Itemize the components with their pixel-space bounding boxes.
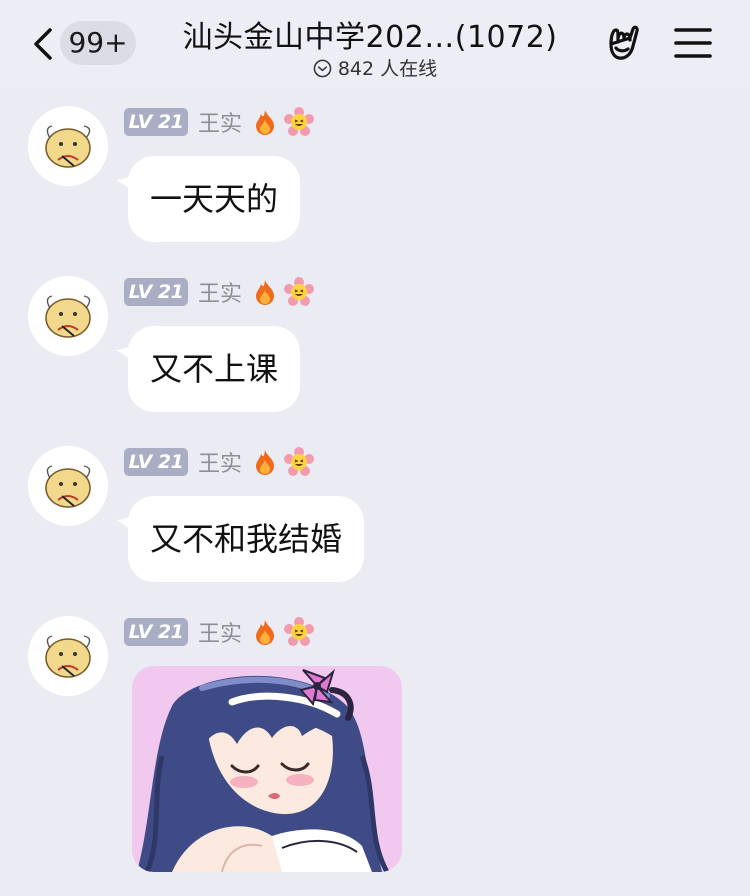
level-badge: LV 21 xyxy=(124,618,188,646)
flower-emoji-icon xyxy=(284,107,315,136)
hand-icon[interactable] xyxy=(604,22,644,64)
anime-girl-sticker[interactable] xyxy=(132,666,402,872)
unread-count-badge[interactable]: 99+ xyxy=(60,21,136,65)
avatar[interactable] xyxy=(28,616,108,696)
message-bubble[interactable]: 又不和我结婚 xyxy=(128,496,365,582)
level-badge: LV 21 xyxy=(124,448,188,476)
fire-icon xyxy=(256,450,275,475)
menu-icon[interactable] xyxy=(674,26,712,60)
online-status[interactable]: 842 人在线 xyxy=(200,54,550,81)
message-meta: LV 21 王实 xyxy=(124,276,315,308)
sender-name[interactable]: 王实 xyxy=(198,446,242,478)
chat-header: 99+ 汕头金山中学202…(1072) 842 人在线 xyxy=(0,0,750,88)
group-title[interactable]: 汕头金山中学202…(1072) xyxy=(130,12,610,56)
message-meta: LV 21 王实 xyxy=(124,106,315,138)
flower-emoji-icon xyxy=(284,447,315,476)
message-bubble[interactable]: 一天天的 xyxy=(128,156,301,242)
avatar-image xyxy=(28,616,108,696)
flower-emoji-icon xyxy=(284,617,315,646)
online-count-text: 842 人在线 xyxy=(337,58,438,80)
avatar-image xyxy=(28,106,108,186)
message-meta: LV 21 王实 xyxy=(124,446,315,478)
fire-icon xyxy=(256,110,275,135)
chevron-left-icon[interactable] xyxy=(28,22,58,66)
avatar[interactable] xyxy=(28,106,108,186)
avatar[interactable] xyxy=(28,276,108,356)
avatar-image xyxy=(28,446,108,526)
sender-name[interactable]: 王实 xyxy=(198,106,242,138)
fire-icon xyxy=(256,620,275,645)
sender-name[interactable]: 王实 xyxy=(198,616,242,648)
level-badge: LV 21 xyxy=(124,108,188,136)
flower-emoji-icon xyxy=(284,277,315,306)
avatar[interactable] xyxy=(28,446,108,526)
sticker-image xyxy=(132,666,402,872)
chevron-down-circle-icon xyxy=(313,59,332,78)
level-badge: LV 21 xyxy=(124,278,188,306)
message-meta: LV 21 王实 xyxy=(124,616,315,648)
message-bubble[interactable]: 又不上课 xyxy=(128,326,301,412)
fire-icon xyxy=(256,280,275,305)
sender-name[interactable]: 王实 xyxy=(198,276,242,308)
avatar-image xyxy=(28,276,108,356)
